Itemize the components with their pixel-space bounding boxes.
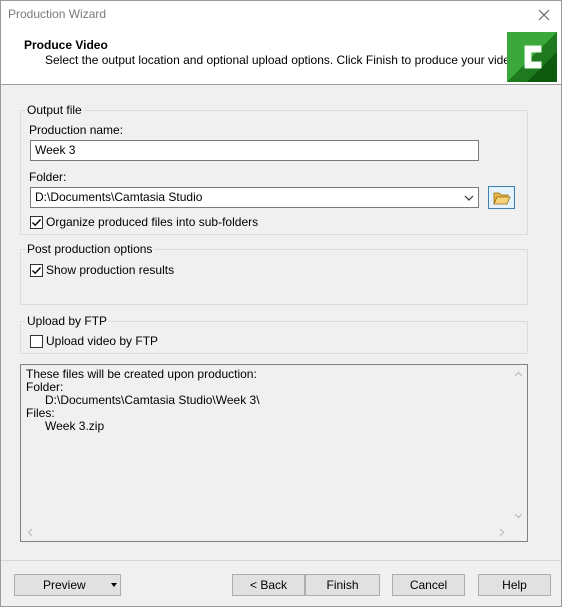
scroll-down-button[interactable] bbox=[510, 507, 527, 524]
chevron-up-icon bbox=[514, 371, 523, 376]
help-button[interactable]: Help bbox=[478, 574, 551, 596]
page-title: Produce Video bbox=[24, 38, 108, 52]
organize-subfolders-label: Organize produced files into sub-folders bbox=[46, 215, 259, 229]
chevron-left-icon bbox=[27, 528, 32, 537]
close-button[interactable] bbox=[527, 1, 561, 28]
title-bar: Production Wizard bbox=[1, 1, 561, 28]
footer-divider bbox=[1, 560, 561, 561]
organize-subfolders-checkbox-row[interactable]: Organize produced files into sub-folders bbox=[30, 215, 258, 229]
horizontal-scrollbar[interactable] bbox=[21, 524, 510, 541]
back-button[interactable]: < Back bbox=[232, 574, 305, 596]
show-results-checkbox-row[interactable]: Show production results bbox=[30, 263, 174, 277]
folder-open-icon bbox=[492, 192, 511, 204]
finish-button[interactable]: Finish bbox=[305, 574, 380, 596]
upload-ftp-legend: Upload by FTP bbox=[27, 314, 108, 328]
checkmark-icon bbox=[32, 218, 42, 226]
vertical-scrollbar[interactable] bbox=[510, 365, 527, 524]
page-subtitle: Select the output location and optional … bbox=[45, 53, 520, 67]
folder-label: Folder: bbox=[29, 170, 67, 184]
preview-button[interactable]: Preview bbox=[14, 574, 121, 596]
camtasia-logo-icon bbox=[507, 32, 557, 82]
upload-ftp-checkbox[interactable] bbox=[30, 334, 43, 348]
production-name-input[interactable]: Week 3 bbox=[30, 140, 479, 161]
organize-subfolders-checkbox[interactable] bbox=[30, 215, 43, 229]
browse-folder-button[interactable] bbox=[488, 186, 515, 209]
output-file-legend: Output file bbox=[27, 103, 82, 117]
summary-file-name: Week 3.zip bbox=[45, 419, 105, 433]
post-production-legend: Post production options bbox=[27, 242, 153, 256]
dropdown-caret-icon bbox=[111, 583, 117, 587]
close-icon bbox=[538, 9, 550, 20]
production-summary-box[interactable]: These files will be created upon product… bbox=[20, 364, 528, 542]
checkmark-icon bbox=[32, 266, 42, 274]
summary-folder-path: D:\Documents\Camtasia Studio\Week 3\ bbox=[45, 393, 260, 407]
folder-select-value: D:\Documents\Camtasia Studio bbox=[35, 190, 203, 204]
scroll-up-button[interactable] bbox=[510, 365, 527, 382]
scroll-right-button[interactable] bbox=[493, 524, 510, 541]
header-panel: Produce Video Select the output location… bbox=[1, 28, 561, 85]
chevron-right-icon bbox=[499, 528, 504, 537]
upload-ftp-checkbox-row[interactable]: Upload video by FTP bbox=[30, 334, 158, 348]
window-title: Production Wizard bbox=[8, 7, 107, 21]
preview-button-label: Preview bbox=[43, 578, 86, 592]
upload-ftp-label: Upload video by FTP bbox=[46, 334, 159, 348]
folder-select[interactable]: D:\Documents\Camtasia Studio bbox=[30, 187, 479, 208]
scroll-left-button[interactable] bbox=[21, 524, 38, 541]
cancel-button[interactable]: Cancel bbox=[392, 574, 465, 596]
show-results-checkbox[interactable] bbox=[30, 263, 43, 277]
production-name-label: Production name: bbox=[29, 123, 124, 137]
show-results-label: Show production results bbox=[46, 263, 175, 277]
chevron-down-icon bbox=[464, 195, 474, 201]
chevron-down-icon bbox=[514, 513, 523, 518]
production-wizard-window: Production Wizard Produce Video Select t… bbox=[0, 0, 562, 607]
